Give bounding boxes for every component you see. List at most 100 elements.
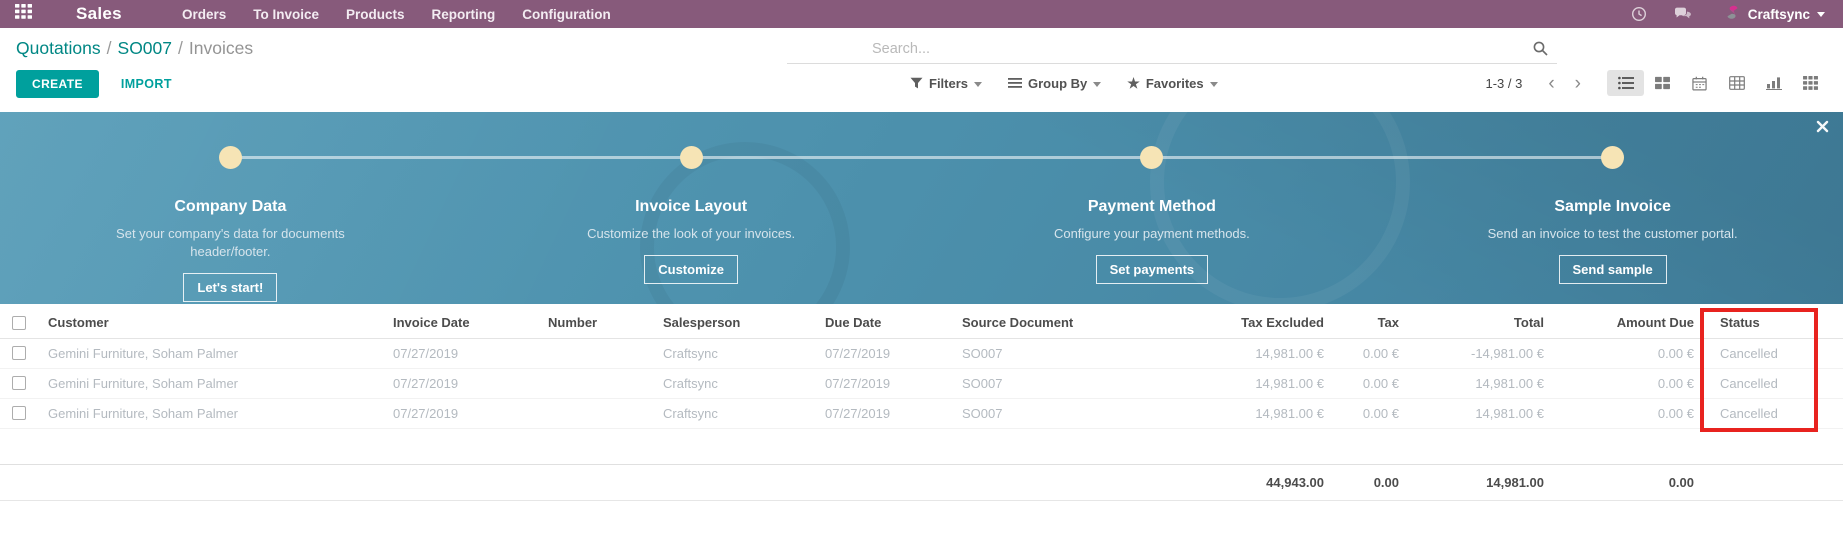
table-row[interactable]: Gemini Furniture, Soham Palmer 07/27/201…: [0, 338, 1843, 368]
cell-number[interactable]: [540, 398, 655, 428]
filters-dropdown[interactable]: Filters: [910, 76, 982, 91]
row-checkbox[interactable]: [12, 376, 26, 390]
cell-number[interactable]: [540, 368, 655, 398]
cell-status[interactable]: Cancelled: [1702, 338, 1815, 368]
cell-amount-due[interactable]: 0.00 €: [1552, 368, 1702, 398]
cell-tax-excluded[interactable]: 14,981.00 €: [1214, 368, 1332, 398]
cell-invoice-date[interactable]: 07/27/2019: [385, 398, 540, 428]
row-checkbox[interactable]: [12, 346, 26, 360]
cell-total[interactable]: 14,981.00 €: [1407, 368, 1552, 398]
cell-total[interactable]: 14,981.00 €: [1407, 398, 1552, 428]
cell-status[interactable]: Cancelled: [1702, 368, 1815, 398]
invoice-onboarding-banner: Company Data Set your company's data for…: [0, 112, 1843, 304]
group-by-dropdown[interactable]: Group By: [1008, 76, 1101, 91]
column-salesperson[interactable]: Salesperson: [655, 308, 817, 338]
cell-due-date[interactable]: 07/27/2019: [817, 338, 954, 368]
pager-previous-button[interactable]: ‹: [1540, 74, 1562, 93]
pager: 1-3 / 3 ‹ ›: [1485, 74, 1589, 93]
cell-salesperson[interactable]: Craftsync: [655, 338, 817, 368]
search-icon[interactable]: [1532, 40, 1549, 62]
messages-chat-icon[interactable]: [1666, 0, 1700, 28]
column-due-date[interactable]: Due Date: [817, 308, 954, 338]
cell-customer[interactable]: Gemini Furniture, Soham Palmer: [40, 338, 385, 368]
cell-tax[interactable]: 0.00 €: [1332, 368, 1407, 398]
graph-view-button[interactable]: [1755, 70, 1792, 96]
main-menu: Orders To Invoice Products Reporting Con…: [182, 7, 611, 22]
kanban-view-button[interactable]: [1644, 70, 1681, 96]
column-source-document[interactable]: Source Document: [954, 308, 1214, 338]
cell-amount-due[interactable]: 0.00 €: [1552, 338, 1702, 368]
favorites-dropdown[interactable]: ★ Favorites: [1127, 76, 1217, 91]
cell-source-document[interactable]: SO007: [954, 398, 1214, 428]
cell-source-document[interactable]: SO007: [954, 338, 1214, 368]
breadcrumb-separator: /: [101, 38, 118, 58]
search-bar: [787, 34, 1557, 64]
favorites-label: Favorites: [1146, 76, 1204, 91]
cell-salesperson[interactable]: Craftsync: [655, 368, 817, 398]
column-invoice-date[interactable]: Invoice Date: [385, 308, 540, 338]
column-status[interactable]: Status: [1702, 308, 1815, 338]
cell-invoice-date[interactable]: 07/27/2019: [385, 338, 540, 368]
app-title[interactable]: Sales: [76, 4, 122, 24]
cell-total[interactable]: -14,981.00 €: [1407, 338, 1552, 368]
cell-source-document[interactable]: SO007: [954, 368, 1214, 398]
column-amount-due[interactable]: Amount Due: [1552, 308, 1702, 338]
pager-next-button[interactable]: ›: [1567, 74, 1589, 93]
cell-due-date[interactable]: 07/27/2019: [817, 398, 954, 428]
column-total[interactable]: Total: [1407, 308, 1552, 338]
activities-clock-icon[interactable]: [1622, 0, 1656, 28]
cell-tax-excluded[interactable]: 14,981.00 €: [1214, 398, 1332, 428]
filter-funnel-icon: [910, 77, 923, 89]
cell-tax[interactable]: 0.00 €: [1332, 338, 1407, 368]
step-payment-method: Payment Method Configure your payment me…: [922, 112, 1383, 304]
step-description: Send an invoice to test the customer por…: [1488, 225, 1738, 243]
list-view-button[interactable]: [1607, 70, 1644, 96]
apps-menu-button[interactable]: [0, 0, 46, 28]
invoice-table: Customer Invoice Date Number Salesperson…: [0, 308, 1843, 501]
row-checkbox[interactable]: [12, 406, 26, 420]
total-tax-excluded: 44,943.00: [1214, 464, 1332, 500]
lets-start-button[interactable]: Let's start!: [183, 273, 277, 302]
search-options-row: Filters Group By ★ Favorites 1-3 / 3 ‹ ›: [910, 70, 1829, 96]
cell-amount-due[interactable]: 0.00 €: [1552, 398, 1702, 428]
menu-to-invoice[interactable]: To Invoice: [253, 7, 319, 22]
cell-tax-excluded[interactable]: 14,981.00 €: [1214, 338, 1332, 368]
column-tax-excluded[interactable]: Tax Excluded: [1214, 308, 1332, 338]
pivot-view-button[interactable]: [1718, 70, 1755, 96]
column-tax[interactable]: Tax: [1332, 308, 1407, 338]
cell-tax[interactable]: 0.00 €: [1332, 398, 1407, 428]
company-logo-icon: [1724, 4, 1741, 24]
menu-products[interactable]: Products: [346, 7, 405, 22]
cell-customer[interactable]: Gemini Furniture, Soham Palmer: [40, 368, 385, 398]
search-input[interactable]: [787, 34, 1557, 63]
cell-invoice-date[interactable]: 07/27/2019: [385, 368, 540, 398]
step-invoice-layout: Invoice Layout Customize the look of you…: [461, 112, 922, 304]
user-menu[interactable]: Craftsync: [1724, 4, 1825, 24]
activity-view-button[interactable]: [1792, 70, 1829, 96]
menu-configuration[interactable]: Configuration: [522, 7, 610, 22]
breadcrumb: Quotations/SO007/Invoices: [16, 38, 253, 59]
breadcrumb-quotations[interactable]: Quotations: [16, 38, 101, 58]
import-button[interactable]: IMPORT: [121, 77, 172, 91]
onboarding-steps: Company Data Set your company's data for…: [0, 112, 1843, 304]
create-button[interactable]: CREATE: [16, 70, 99, 98]
step-description: Configure your payment methods.: [1054, 225, 1250, 243]
customize-button[interactable]: Customize: [644, 255, 738, 284]
apps-grid-icon: [15, 4, 32, 24]
cell-due-date[interactable]: 07/27/2019: [817, 368, 954, 398]
select-all-checkbox[interactable]: [12, 316, 26, 330]
cell-status[interactable]: Cancelled: [1702, 398, 1815, 428]
cell-customer[interactable]: Gemini Furniture, Soham Palmer: [40, 398, 385, 428]
table-row[interactable]: Gemini Furniture, Soham Palmer 07/27/201…: [0, 368, 1843, 398]
column-number[interactable]: Number: [540, 308, 655, 338]
menu-reporting[interactable]: Reporting: [432, 7, 496, 22]
cell-number[interactable]: [540, 338, 655, 368]
column-customer[interactable]: Customer: [40, 308, 385, 338]
calendar-view-button[interactable]: [1681, 70, 1718, 96]
set-payments-button[interactable]: Set payments: [1096, 255, 1209, 284]
cell-salesperson[interactable]: Craftsync: [655, 398, 817, 428]
menu-orders[interactable]: Orders: [182, 7, 226, 22]
breadcrumb-so007[interactable]: SO007: [118, 38, 172, 58]
send-sample-button[interactable]: Send sample: [1559, 255, 1667, 284]
table-row[interactable]: Gemini Furniture, Soham Palmer 07/27/201…: [0, 398, 1843, 428]
